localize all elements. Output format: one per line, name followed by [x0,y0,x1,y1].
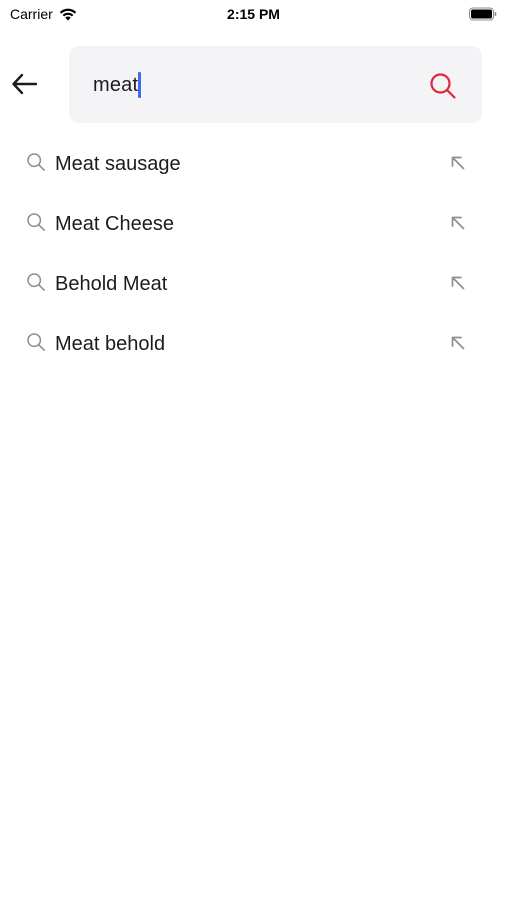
suggestion-label: Meat sausage [55,153,181,175]
text-caret [138,72,142,98]
suggestion-label: Meat behold [55,333,166,355]
arrow-up-left-icon[interactable] [448,273,468,293]
search-icon [27,213,45,231]
suggestion-item[interactable]: Behold Meat [0,254,507,314]
battery-icon [469,7,497,21]
search-input[interactable]: meat [93,71,142,99]
search-icon [27,333,45,351]
suggestion-label: Meat Cheese [55,213,174,235]
arrow-up-left-icon[interactable] [448,333,468,353]
suggestion-item[interactable]: Meat sausage [0,134,507,194]
arrow-left-icon [12,73,38,95]
arrow-up-left-icon[interactable] [448,213,468,233]
suggestion-item[interactable]: Meat Cheese [0,194,507,254]
arrow-up-left-icon[interactable] [448,153,468,173]
search-icon [430,73,456,99]
status-time: 2:15 PM [227,6,280,22]
search-icon [27,273,45,291]
back-button[interactable] [8,67,40,101]
search-bar: meat [69,46,482,123]
search-button[interactable] [428,71,458,101]
suggestion-label: Behold Meat [55,273,168,295]
search-icon [27,153,45,171]
suggestion-item[interactable]: Meat behold [0,314,507,374]
search-input-value: meat [93,73,139,96]
suggestion-list: Meat sausage Meat Cheese Behold Meat Mea… [0,134,507,374]
status-bar: Carrier 2:15 PM [0,0,507,30]
